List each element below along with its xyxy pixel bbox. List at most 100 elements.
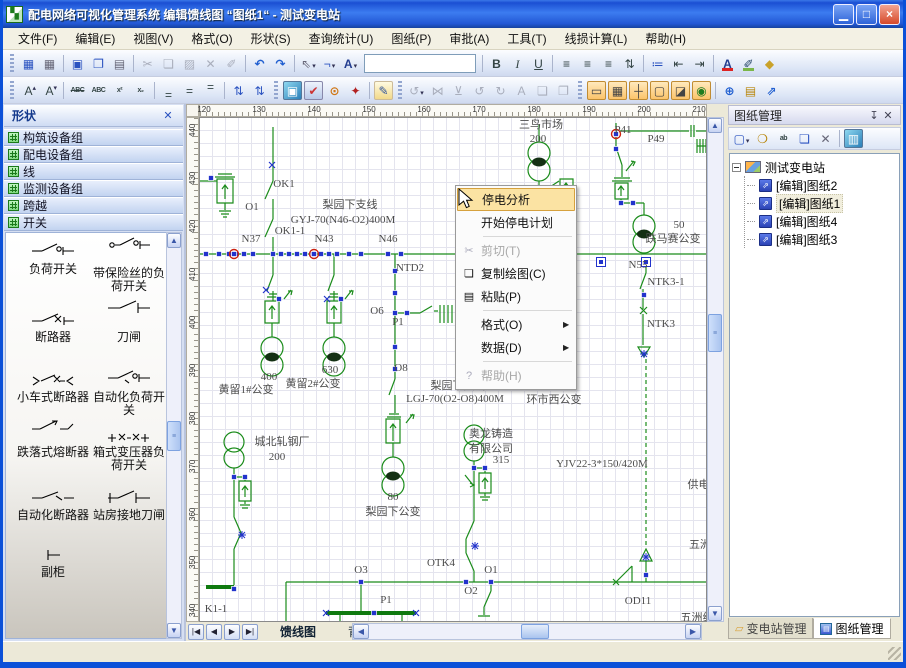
save-icon[interactable]: ▣ [68, 54, 87, 73]
menu-item-6[interactable]: 图纸(P) [382, 28, 440, 49]
spacing-mid-icon[interactable]: = [180, 81, 199, 100]
tree-root-substation[interactable]: 测试变电站 [732, 158, 897, 176]
menu-item-2[interactable]: 视图(V) [124, 28, 182, 49]
canvas-hscrollbar[interactable]: ◀ ▶ [352, 623, 702, 640]
flip-horizontal-icon[interactable]: ⋈ [428, 81, 447, 100]
maximize-button[interactable]: □ [856, 4, 877, 25]
toolbar-drag-handle[interactable] [10, 81, 14, 99]
data-table-icon[interactable]: ▦ [40, 54, 59, 73]
new-drawing-icon[interactable]: ▦ [19, 54, 38, 73]
outdent-icon[interactable]: ⇤ [669, 54, 688, 73]
edit-note-icon[interactable]: ✎ [374, 81, 393, 100]
scroll-thumb[interactable]: ≡ [167, 421, 181, 451]
menu-item-3[interactable]: 格式(O) [182, 28, 241, 49]
text-tool-icon[interactable]: A▾ [341, 54, 360, 73]
device-monitor-icon[interactable]: ▣ [283, 81, 302, 100]
approve-stamp-icon[interactable]: ✦ [346, 81, 365, 100]
shape-box-transformer-switch[interactable]: 箱式变压器负荷开关 [89, 428, 169, 472]
close-button[interactable]: × [879, 4, 900, 25]
context-menu-item-10[interactable]: ?帮助(H) [457, 364, 575, 387]
scroll-thumb[interactable] [521, 624, 549, 639]
panel-tab-1[interactable]: ▤图纸管理 [813, 618, 890, 639]
context-menu-item-0[interactable]: 停电分析 [457, 188, 575, 211]
delete-icon[interactable]: ✕ [201, 54, 220, 73]
strikethrough-icon[interactable]: ABC [68, 81, 87, 100]
underline-icon[interactable]: U [529, 54, 548, 73]
toolbar-drag-handle[interactable] [398, 81, 402, 99]
shapes-scrollbar[interactable]: ▲ ≡ ▼ [166, 232, 182, 639]
toggle-guides-icon[interactable]: ┼ [629, 81, 648, 100]
menu-item-7[interactable]: 审批(A) [440, 28, 498, 49]
properties-icon[interactable]: ▤ [741, 81, 760, 100]
toggle-pan-icon[interactable]: ◉ [692, 81, 711, 100]
spacing-low-icon[interactable]: = [159, 81, 178, 100]
rotate-right-icon[interactable]: ↻ [491, 81, 510, 100]
font-size-icon[interactable]: A [512, 81, 531, 100]
resize-grip[interactable] [888, 647, 901, 660]
next-page-button[interactable]: ▶ [224, 624, 240, 640]
shapes-close-icon[interactable]: ✕ [161, 109, 175, 122]
flip-vertical-icon[interactable]: ⊻ [449, 81, 468, 100]
toolbar-drag-handle[interactable] [578, 81, 582, 99]
fill-color-icon[interactable]: ◆ [760, 54, 779, 73]
data-search-icon[interactable]: ⊙ [325, 81, 344, 100]
shape-aux-cabinet[interactable]: 副柜 [13, 545, 93, 579]
shape-dropout-fuse[interactable]: 跌落式熔断器 [13, 419, 93, 459]
cut-icon[interactable]: ✂ [138, 54, 157, 73]
menu-item-9[interactable]: 线损计算(L) [556, 28, 637, 49]
send-back-icon[interactable]: ❐ [554, 81, 573, 100]
toolbar-drag-handle[interactable] [274, 81, 278, 99]
rotate-left-icon[interactable]: ↺ [470, 81, 489, 100]
scroll-down-icon[interactable]: ▼ [708, 606, 722, 621]
scroll-left-icon[interactable]: ◀ [353, 624, 369, 639]
collapse-icon[interactable] [732, 163, 741, 172]
indent-icon[interactable]: ⇥ [690, 54, 709, 73]
tree-item-sheet-3[interactable]: ⇗[编辑]图纸3 [745, 230, 897, 248]
sheet-tab-0[interactable]: 馈线图 [264, 622, 332, 641]
context-menu-item-7[interactable]: 格式(O)▶ [457, 313, 575, 336]
context-menu-item-5[interactable]: ▤粘贴(P) [457, 285, 575, 308]
font-decrease-icon[interactable]: A [40, 81, 59, 100]
menu-item-1[interactable]: 编辑(E) [66, 28, 124, 49]
copy-icon[interactable]: ❏ [159, 54, 178, 73]
shape-knife-switch[interactable]: 刀闸 [89, 298, 169, 344]
menu-item-0[interactable]: 文件(F) [9, 28, 66, 49]
toggle-grid-icon[interactable]: ▦ [608, 81, 627, 100]
align-left-icon[interactable]: ≡ [557, 54, 576, 73]
scroll-up-icon[interactable]: ▲ [708, 118, 722, 133]
scroll-up-icon[interactable]: ▲ [167, 233, 181, 248]
context-menu-item-8[interactable]: 数据(D)▶ [457, 336, 575, 359]
paste-icon[interactable]: ▨ [180, 54, 199, 73]
shape-group-3[interactable]: 监测设备组 [4, 180, 183, 197]
scroll-down-icon[interactable]: ▼ [167, 623, 181, 638]
rename-sheet-icon[interactable]: ab [774, 129, 793, 148]
publish-sheet-icon[interactable]: ▥ [844, 129, 863, 148]
shape-load-switch[interactable]: 负荷开关 [13, 241, 93, 276]
shape-auto-breaker[interactable]: 自动化断路器 [13, 488, 93, 522]
zoom-icon[interactable]: ⊕ [720, 81, 739, 100]
pin-icon[interactable]: ↧ [867, 109, 881, 122]
row-spacing-inc-icon[interactable]: ⇅ [229, 81, 248, 100]
highlight-color-icon[interactable]: ✐ [739, 54, 758, 73]
abc-icon[interactable]: ABC [89, 81, 108, 100]
align-center-icon[interactable]: ≡ [578, 54, 597, 73]
first-page-button[interactable]: |◀ [188, 624, 204, 640]
italic-icon[interactable]: I [508, 54, 527, 73]
connector-points-icon[interactable]: ⇗ [762, 81, 781, 100]
align-right-icon[interactable]: ≡ [599, 54, 618, 73]
open-sheet-icon[interactable]: ❍ [753, 129, 772, 148]
font-increase-icon[interactable]: A [19, 81, 38, 100]
spacing-high-icon[interactable]: = [201, 81, 220, 100]
tree-item-sheet-2[interactable]: ⇗[编辑]图纸4 [745, 212, 897, 230]
canvas-vscrollbar[interactable]: ▲ ≡ ▼ [707, 117, 724, 622]
menu-item-10[interactable]: 帮助(H) [636, 28, 695, 49]
shape-group-2[interactable]: 线 [4, 163, 183, 180]
bullets-icon[interactable]: ≔ [648, 54, 667, 73]
subscript-icon[interactable]: x₂ [131, 81, 150, 100]
print-icon[interactable]: ▤ [110, 54, 129, 73]
rotate-icon[interactable]: ↺▾ [407, 81, 426, 100]
superscript-icon[interactable]: x² [110, 81, 129, 100]
toggle-page-icon[interactable]: ◪ [671, 81, 690, 100]
prev-page-button[interactable]: ◀ [206, 624, 222, 640]
shape-breaker[interactable]: 断路器 [13, 311, 93, 344]
